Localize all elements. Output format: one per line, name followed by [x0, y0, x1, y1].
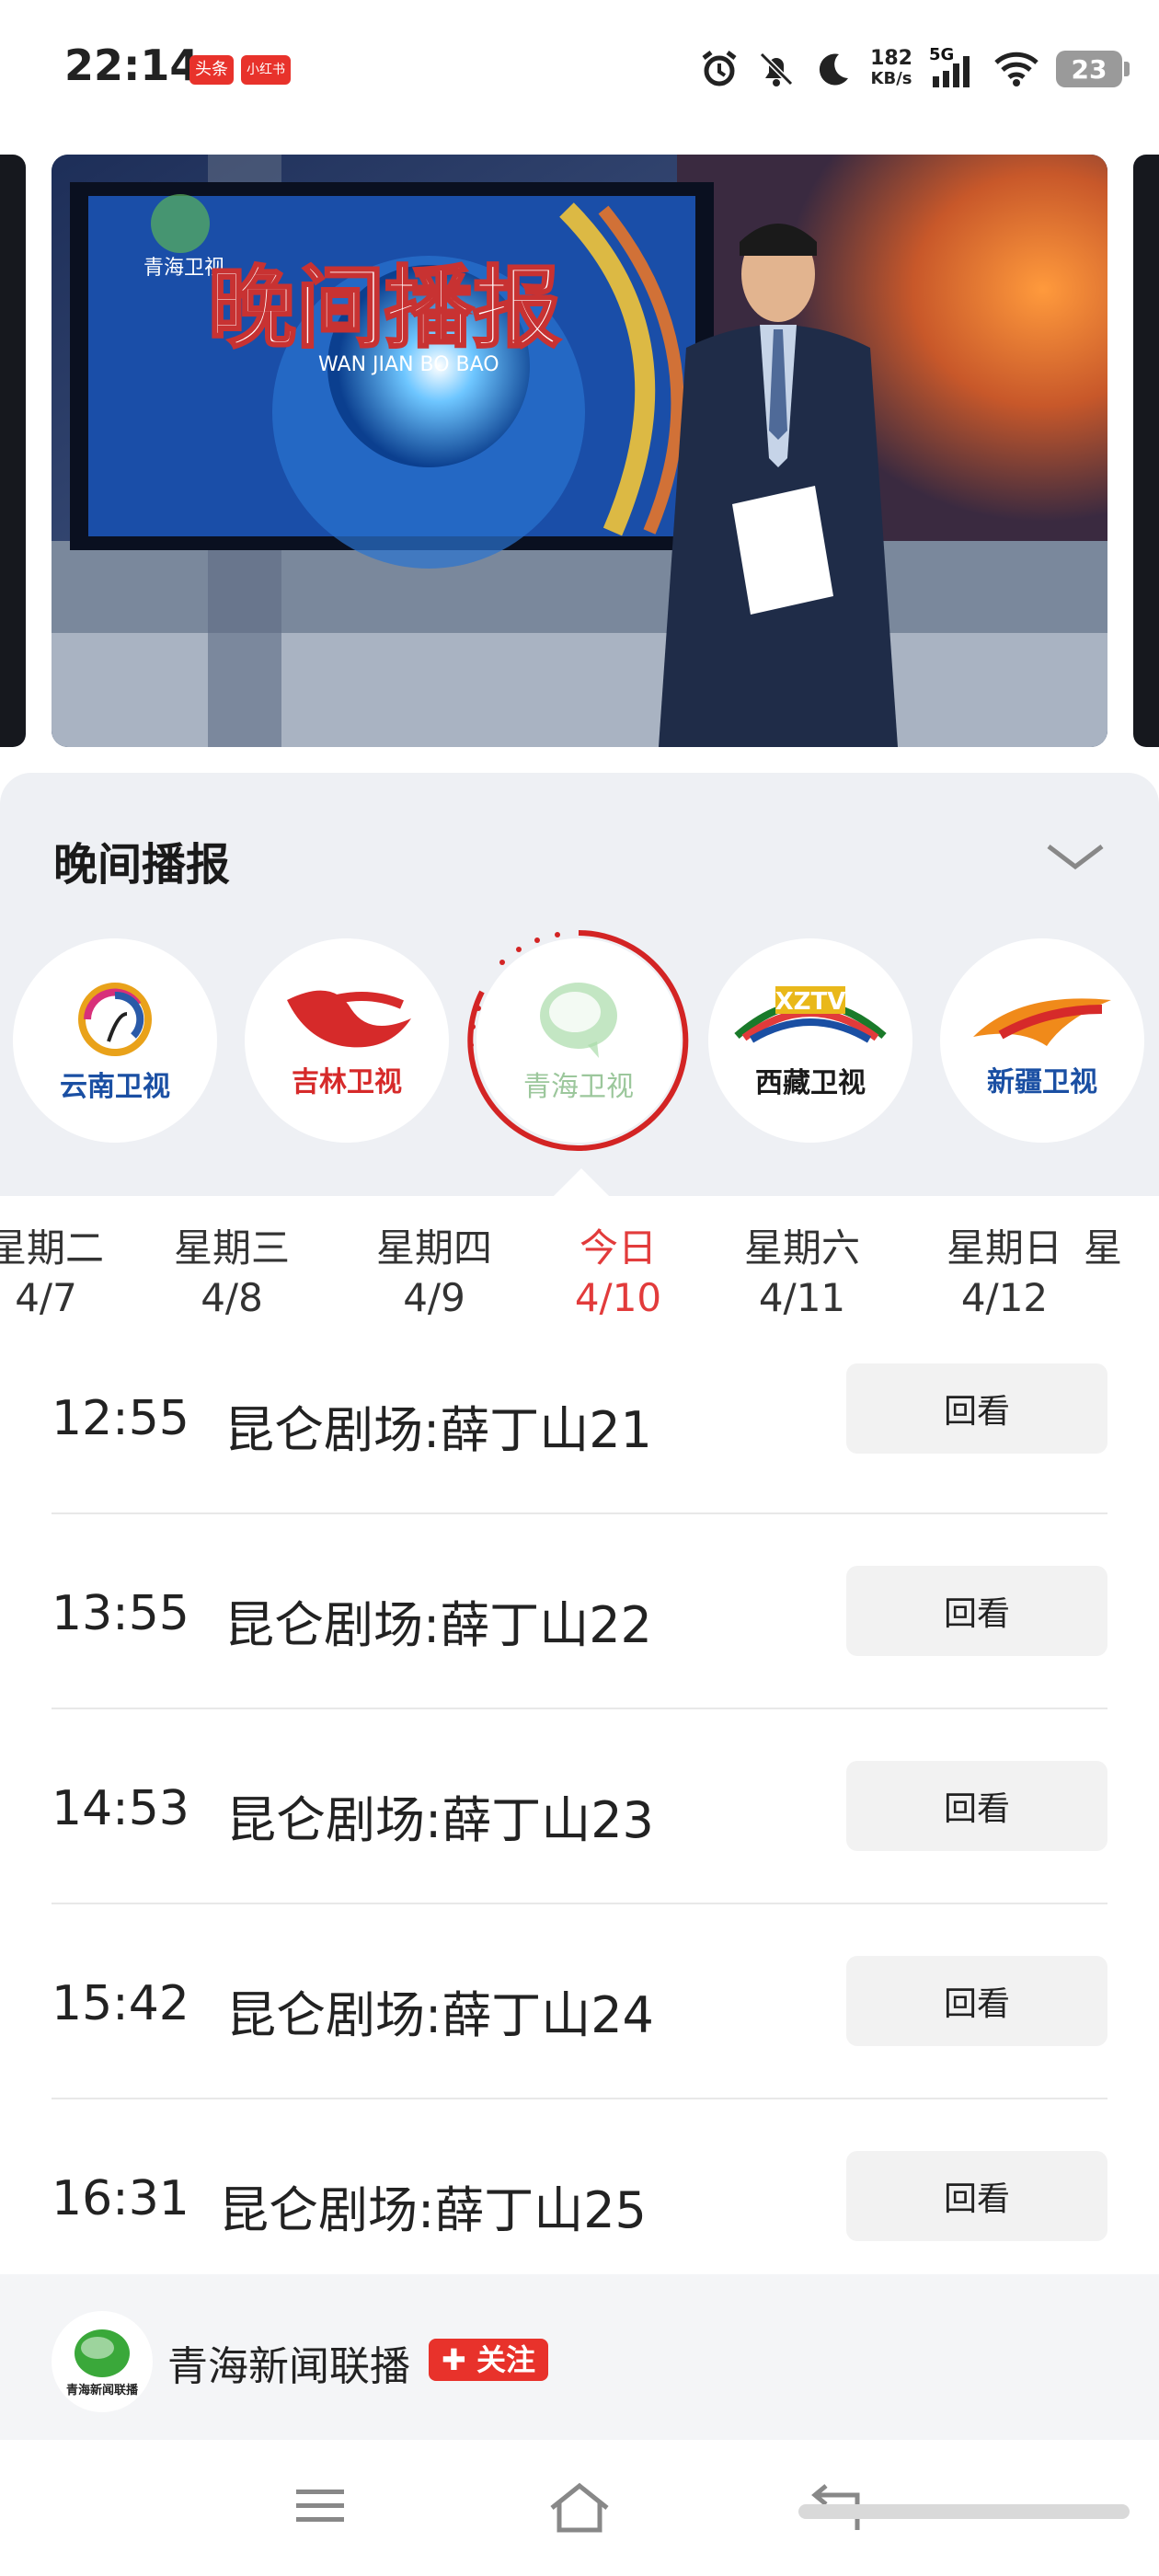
replay-button[interactable]: 回看 [846, 1363, 1107, 1454]
qinghai-news-logo-icon [75, 2329, 130, 2377]
program-time: 15:42 [52, 1976, 189, 2031]
day-tab-thu[interactable]: 星期四 4/9 [361, 1224, 508, 1323]
program-title: 昆仑剧场:薛丁山24 [226, 1986, 654, 2044]
video-player[interactable]: 青海卫视 晚间播报 WAN JIAN BO BAO [52, 155, 1107, 747]
selected-ring [467, 930, 689, 1151]
replay-button[interactable]: 回看 [846, 2151, 1107, 2241]
channel-xinjiang[interactable]: 新疆卫视 [940, 938, 1144, 1143]
channel-panel: 晚间播报 云南卫视 吉林卫视 青海卫视 XZTV 西藏卫视 新疆卫视 [0, 773, 1159, 1196]
account-name[interactable]: 青海新闻联播 [167, 2333, 410, 2392]
program-title: 昆仑剧场:薛丁山23 [226, 1791, 654, 1849]
channel-jilin[interactable]: 吉林卫视 [245, 938, 449, 1143]
chevron-down-icon[interactable] [1043, 837, 1107, 874]
account-avatar[interactable]: 青海新闻联播 [52, 2311, 153, 2412]
battery-indicator: 23 [1056, 51, 1130, 87]
program-title: 昆仑剧场:薛丁山21 [224, 1401, 652, 1459]
program-time: 14:53 [52, 1781, 189, 1836]
toutiao-badge: 头条 [189, 55, 234, 85]
video-frame: 青海卫视 晚间播报 WAN JIAN BO BAO [52, 155, 1107, 747]
status-time: 22:14 [64, 40, 200, 90]
replay-button[interactable]: 回看 [846, 1956, 1107, 2046]
selected-pointer [554, 1168, 609, 1196]
prev-banner-card[interactable] [0, 155, 26, 747]
yunnan-logo-icon [78, 983, 152, 1056]
day-tab-sun[interactable]: 星期日 4/12 [931, 1224, 1078, 1323]
xiaohongshu-badge: 小红书 [241, 55, 291, 85]
svg-text:XZTV: XZTV [775, 988, 846, 1016]
next-banner-card[interactable] [1133, 155, 1159, 747]
day-tab-next[interactable]: 星 [1084, 1224, 1139, 1273]
program-title: 昆仑剧场:薛丁山22 [224, 1596, 652, 1654]
network-speed: 182 KB/s [870, 47, 912, 89]
replay-button[interactable]: 回看 [846, 1761, 1107, 1851]
channel-yunnan[interactable]: 云南卫视 [13, 938, 217, 1143]
program-row[interactable]: 14:53 昆仑剧场:薛丁山23 回看 [52, 1709, 1107, 1904]
gesture-bar[interactable] [798, 2504, 1130, 2519]
panel-title: 晚间播报 [53, 839, 231, 891]
program-title: 昆仑剧场:薛丁山25 [219, 2181, 647, 2239]
program-row[interactable]: 16:31 昆仑剧场:薛丁山25 回看 [52, 2099, 1107, 2274]
program-row[interactable]: 12:55 昆仑剧场:薛丁山21 回看 [52, 1319, 1107, 1514]
channel-xizang[interactable]: XZTV 西藏卫视 [708, 938, 912, 1143]
status-icons: 182 KB/s 5G 23 [699, 37, 1130, 101]
program-time: 13:55 [52, 1586, 189, 1641]
day-tab-wed[interactable]: 星期三 4/8 [158, 1224, 305, 1323]
program-row[interactable]: 15:42 昆仑剧场:薛丁山24 回看 [52, 1904, 1107, 2099]
day-tab-today[interactable]: 今日 4/10 [545, 1224, 692, 1323]
replay-button[interactable]: 回看 [846, 1566, 1107, 1656]
do-not-disturb-moon-icon [819, 53, 849, 86]
day-tab-sat[interactable]: 星期六 4/11 [729, 1224, 876, 1323]
menu-icon[interactable] [293, 2480, 348, 2532]
wifi-icon [994, 52, 1039, 86]
svg-text:WAN JIAN BO BAO: WAN JIAN BO BAO [318, 353, 499, 376]
status-bar: 22:14 头条 小红书 182 KB/s 5G 23 [0, 0, 1159, 138]
alarm-icon [702, 51, 737, 86]
program-row[interactable]: 13:55 昆仑剧场:薛丁山22 回看 [52, 1514, 1107, 1709]
xinjiang-logo-icon [973, 998, 1111, 1046]
account-bar: 青海新闻联播 青海新闻联播 ✚ 关注 [0, 2274, 1159, 2440]
signal-5g-icon: 5G [929, 45, 977, 89]
day-tab-tue[interactable]: 星期二 4/7 [0, 1224, 120, 1323]
xizang-logo-icon: XZTV [734, 986, 887, 1043]
follow-button[interactable]: ✚ 关注 [429, 2339, 548, 2381]
svg-text:晚间播报: 晚间播报 [208, 257, 561, 360]
mute-bell-icon [759, 52, 794, 86]
program-time: 16:31 [52, 2171, 189, 2226]
home-icon[interactable] [546, 2480, 613, 2536]
program-time: 12:55 [52, 1391, 189, 1446]
channel-qinghai[interactable]: 青海卫视 [467, 930, 689, 1151]
jilin-logo-icon [287, 990, 411, 1048]
